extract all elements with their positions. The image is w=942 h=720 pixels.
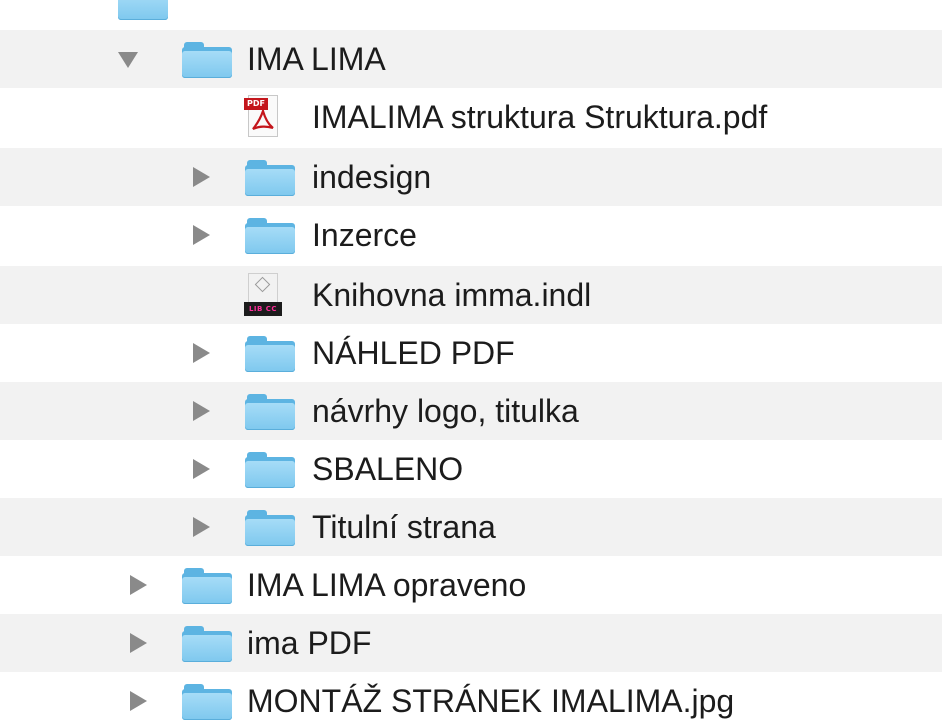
file-name: IMA LIMA — [247, 41, 386, 77]
disclosure-collapsed-icon[interactable] — [130, 575, 147, 595]
disclosure-collapsed-icon[interactable] — [193, 459, 210, 479]
list-row-indesign[interactable]: indesign — [0, 148, 942, 206]
list-row-indesign-library[interactable]: LIB CC Knihovna imma.indl — [0, 266, 942, 324]
disclosure-expanded-icon[interactable] — [118, 52, 138, 68]
folder-icon — [118, 0, 168, 20]
folder-icon — [245, 218, 295, 254]
finder-list-view: IMA LIMA PDF IMALIMA struktura Struktura… — [0, 0, 942, 720]
disclosure-collapsed-icon[interactable] — [193, 517, 210, 537]
list-row-inzerce[interactable]: Inzerce — [0, 206, 942, 264]
folder-icon — [182, 568, 232, 604]
file-name: Knihovna imma.indl — [312, 277, 592, 313]
pdf-file-icon: PDF — [244, 95, 280, 139]
file-name: IMA LIMA opraveno — [247, 567, 527, 603]
list-row-pdf-file[interactable]: PDF IMALIMA struktura Struktura.pdf — [0, 88, 942, 146]
folder-icon — [245, 160, 295, 196]
file-name: SBALENO — [312, 451, 464, 487]
file-name: návrhy logo, titulka — [312, 393, 579, 429]
list-row-ima-lima-opraveno[interactable]: IMA LIMA opraveno — [0, 556, 942, 614]
disclosure-collapsed-icon[interactable] — [130, 691, 147, 711]
folder-icon — [182, 684, 232, 720]
list-row-sbaleno[interactable]: SBALENO — [0, 440, 942, 498]
list-row-montaz-stranek[interactable]: MONTÁŽ STRÁNEK IMALIMA.jpg — [0, 672, 942, 720]
file-name: Inzerce — [312, 217, 417, 253]
disclosure-collapsed-icon[interactable] — [193, 225, 210, 245]
file-name: MONTÁŽ STRÁNEK IMALIMA.jpg — [247, 683, 735, 719]
list-row-titulni-strana[interactable]: Titulní strana — [0, 498, 942, 556]
folder-icon — [245, 452, 295, 488]
folder-icon — [182, 626, 232, 662]
disclosure-collapsed-icon[interactable] — [193, 401, 210, 421]
indesign-library-icon: LIB CC — [244, 273, 282, 317]
file-name: NÁHLED PDF — [312, 335, 515, 371]
folder-icon — [245, 336, 295, 372]
file-name: Titulní strana — [312, 509, 496, 545]
folder-icon — [245, 510, 295, 546]
folder-icon — [182, 42, 232, 78]
file-name: IMALIMA struktura Struktura.pdf — [312, 99, 768, 135]
file-name: indesign — [312, 159, 432, 195]
file-name: ima PDF — [247, 625, 372, 661]
folder-icon — [245, 394, 295, 430]
list-row-navrhy-logo[interactable]: návrhy logo, titulka — [0, 382, 942, 440]
list-row-partial[interactable] — [0, 0, 942, 30]
list-row-ima-pdf[interactable]: ima PDF — [0, 614, 942, 672]
list-row-nahled-pdf[interactable]: NÁHLED PDF — [0, 324, 942, 382]
disclosure-collapsed-icon[interactable] — [193, 343, 210, 363]
disclosure-collapsed-icon[interactable] — [130, 633, 147, 653]
list-row-ima-lima[interactable]: IMA LIMA — [0, 30, 942, 88]
disclosure-collapsed-icon[interactable] — [193, 167, 210, 187]
